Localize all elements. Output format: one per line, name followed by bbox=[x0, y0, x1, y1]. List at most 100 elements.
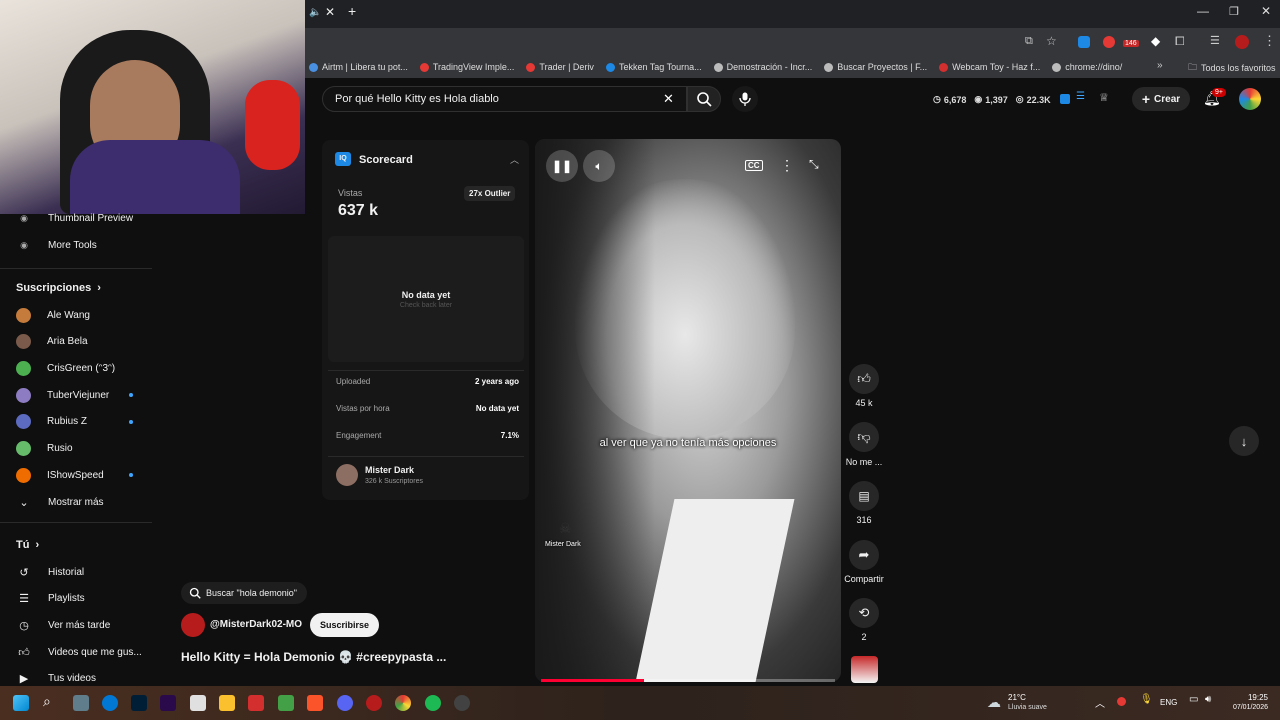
tray-mic-icon[interactable]: 🎙︎ bbox=[1140, 694, 1153, 705]
subscription-item[interactable]: Aria Bela bbox=[16, 330, 156, 354]
dislike-button[interactable]: 👎︎ bbox=[849, 422, 879, 452]
edge-icon[interactable] bbox=[102, 695, 118, 711]
app-icon-1[interactable] bbox=[73, 695, 89, 711]
close-window-icon[interactable]: ✕ bbox=[1261, 4, 1271, 18]
spotify-icon[interactable] bbox=[425, 695, 441, 711]
minecraft-icon[interactable] bbox=[278, 695, 294, 711]
premiere-icon[interactable] bbox=[160, 695, 176, 711]
channel-avatar bbox=[16, 360, 31, 376]
tray-chevron-icon[interactable]: ︿ bbox=[1095, 695, 1105, 710]
extension-record-icon[interactable] bbox=[1103, 36, 1115, 48]
voice-search-button[interactable] bbox=[732, 86, 758, 112]
profile-avatar-icon[interactable] bbox=[1235, 35, 1249, 49]
brave-icon[interactable] bbox=[307, 695, 323, 711]
bookmark-item[interactable]: Demostración - Incr... bbox=[710, 62, 821, 72]
close-tab-icon[interactable]: ✕ bbox=[325, 5, 335, 19]
sidebar-item-history[interactable]: ↺ Historial bbox=[16, 560, 156, 584]
extension-badge[interactable]: 146 bbox=[1123, 40, 1139, 47]
file-explorer-icon[interactable] bbox=[219, 695, 235, 711]
fullscreen-icon[interactable]: ⤡ bbox=[809, 157, 819, 172]
chrome-icon[interactable] bbox=[395, 695, 411, 711]
minimize-window-icon[interactable]: — bbox=[1197, 4, 1209, 18]
video-progress-track[interactable] bbox=[541, 679, 835, 682]
list-tool-icon[interactable]: ☰ bbox=[1076, 91, 1085, 102]
reading-list-icon[interactable]: ☰ bbox=[1210, 34, 1220, 47]
bookmark-item[interactable]: TradingView Imple... bbox=[416, 62, 523, 72]
trophy-icon[interactable]: ♕ bbox=[1099, 91, 1109, 104]
vidiq-badge-icon[interactable] bbox=[1060, 94, 1070, 104]
sidebar-item-tools[interactable]: ◉ More Tools bbox=[16, 233, 156, 257]
extensions-puzzle-icon[interactable]: ⧠ bbox=[1175, 34, 1185, 49]
bookmark-item[interactable]: Webcam Toy - Haz f... bbox=[935, 62, 1048, 72]
show-more-button[interactable]: ⌄ Mostrar más bbox=[16, 490, 156, 514]
extension-icon[interactable] bbox=[1078, 36, 1090, 48]
app-icon-red[interactable] bbox=[366, 695, 382, 711]
channel-name[interactable]: Mister Dark bbox=[365, 465, 414, 475]
bookmark-item[interactable]: Tekken Tag Tourna... bbox=[602, 62, 710, 72]
taskbar-search-icon[interactable]: ⌕ bbox=[43, 693, 51, 710]
subscriptions-title[interactable]: Suscripciones › bbox=[16, 282, 101, 294]
bookmark-item[interactable]: Buscar Proyectos | F... bbox=[820, 62, 935, 72]
collapse-chevron-icon[interactable]: ︿ bbox=[510, 153, 519, 166]
subscription-item[interactable]: CrisGreen (ᵔ3ᵔ) bbox=[16, 356, 156, 380]
search-button[interactable] bbox=[687, 86, 721, 112]
more-options-icon[interactable]: ⋮ bbox=[780, 157, 794, 174]
sidebar-item-image[interactable]: ◉ Thumbnail Preview bbox=[16, 206, 156, 230]
captions-icon[interactable]: CC bbox=[745, 160, 763, 171]
bookmark-star-icon[interactable]: ☆ bbox=[1046, 34, 1057, 48]
extension-diamond-icon[interactable]: ◆ bbox=[1151, 34, 1160, 48]
short-channel-handle[interactable]: @MisterDark02-MO bbox=[210, 619, 302, 630]
bookmark-item[interactable]: Airtm | Libera tu pot... bbox=[305, 62, 416, 72]
mute-tab-icon[interactable]: 🔈 bbox=[309, 7, 321, 18]
store-icon[interactable] bbox=[190, 695, 206, 711]
sidebar-item-watch-later[interactable]: ◷ Ver más tarde bbox=[16, 613, 156, 637]
windows-start-icon[interactable] bbox=[13, 695, 29, 711]
you-title[interactable]: Tú › bbox=[16, 539, 39, 551]
scorecard-title: Scorecard bbox=[359, 154, 413, 166]
app-icon-2[interactable] bbox=[454, 695, 470, 711]
account-avatar[interactable] bbox=[1239, 88, 1261, 110]
browser-menu-icon[interactable]: ⋮ bbox=[1263, 33, 1276, 49]
sound-thumbnail[interactable] bbox=[851, 656, 878, 683]
subscription-item[interactable]: Rusio bbox=[16, 437, 156, 461]
like-button[interactable]: 👍︎ bbox=[849, 364, 879, 394]
new-tab-icon[interactable]: + bbox=[348, 3, 356, 19]
sidebar-item-playlists[interactable]: ☰ Playlists bbox=[16, 587, 156, 611]
subscription-item[interactable]: Rubius Z bbox=[16, 410, 156, 434]
clock-time[interactable]: 19:25 bbox=[1230, 693, 1268, 702]
clock-date[interactable]: 07/01/2026 bbox=[1222, 704, 1268, 711]
short-video-player[interactable] bbox=[535, 139, 841, 682]
weather-temp[interactable]: 21°C bbox=[1008, 693, 1026, 702]
tray-record-icon[interactable] bbox=[1117, 697, 1126, 706]
search-suggestion-chip[interactable]: Buscar "hola demonio" bbox=[181, 582, 307, 604]
discord-icon[interactable] bbox=[337, 695, 353, 711]
create-button[interactable]: + Crear bbox=[1132, 87, 1190, 111]
deriv-icon[interactable] bbox=[248, 695, 264, 711]
speaker-icon[interactable]: 🔊︎ bbox=[1205, 694, 1211, 705]
install-app-icon[interactable]: ⧉ bbox=[1025, 35, 1033, 48]
maximize-window-icon[interactable]: ❐ bbox=[1229, 5, 1239, 18]
channel-avatar[interactable] bbox=[336, 464, 358, 486]
share-button[interactable]: ➦ bbox=[849, 540, 879, 570]
subscription-item[interactable]: IShowSpeed bbox=[16, 463, 156, 487]
network-icon[interactable]: ▭ bbox=[1189, 694, 1198, 705]
language-indicator[interactable]: ENG bbox=[1160, 698, 1177, 707]
bookmark-item[interactable]: Trader | Deriv bbox=[522, 62, 602, 72]
volume-button[interactable]: 🔈︎ bbox=[583, 150, 615, 182]
next-video-button[interactable]: ↓ bbox=[1229, 426, 1259, 456]
search-input[interactable]: Por qué Hello Kitty es Hola diablo bbox=[322, 86, 687, 112]
subscribe-button[interactable]: Suscribirse bbox=[310, 613, 380, 637]
clear-search-icon[interactable]: ✕ bbox=[663, 91, 674, 107]
comments-button[interactable]: ▤ bbox=[849, 481, 879, 511]
video-title[interactable]: Hello Kitty = Hola Demonio 💀 #creepypast… bbox=[181, 650, 446, 664]
remix-button[interactable]: ⟲ bbox=[849, 598, 879, 628]
photoshop-icon[interactable] bbox=[131, 695, 147, 711]
sidebar-item-liked-videos[interactable]: 👍︎ Videos que me gus... bbox=[16, 640, 156, 664]
bookmarks-overflow-icon[interactable]: » bbox=[1157, 60, 1163, 71]
all-bookmarks[interactable]: 🗀 Todos los favoritos bbox=[1188, 60, 1276, 76]
subscription-item[interactable]: Ale Wang bbox=[16, 303, 156, 327]
short-channel-avatar[interactable] bbox=[181, 613, 205, 637]
pause-button[interactable]: ❚❚ bbox=[546, 150, 578, 182]
subscription-item[interactable]: TuberViejuner bbox=[16, 383, 156, 407]
bookmark-item[interactable]: chrome://dino/ bbox=[1048, 62, 1130, 72]
